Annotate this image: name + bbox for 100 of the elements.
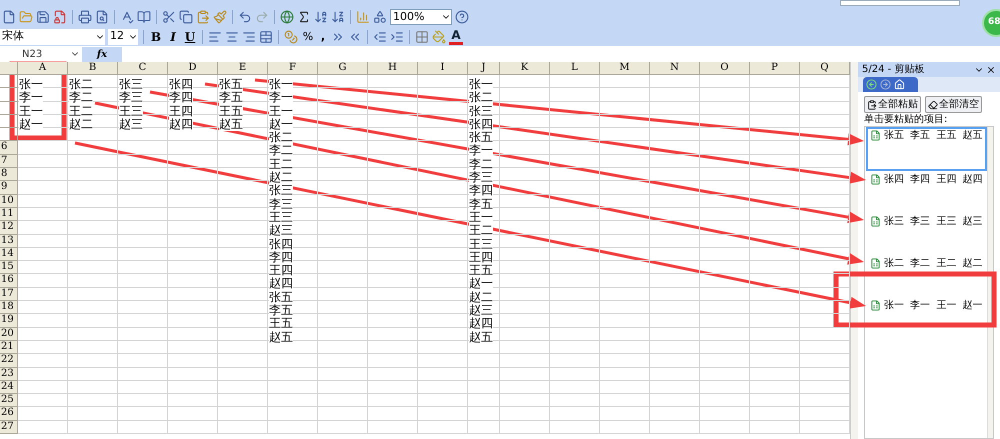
table-cell: 李一	[469, 143, 493, 158]
table-cell: 李一	[19, 90, 43, 104]
row-header[interactable]: 11	[0, 208, 18, 222]
table-cell: 赵三	[119, 116, 143, 131]
column-header[interactable]: E	[218, 62, 268, 75]
column-header[interactable]: C	[118, 62, 168, 75]
font-size-select[interactable]: 12	[108, 28, 138, 44]
table-cell: 李二	[69, 90, 93, 104]
comma-button[interactable]: ,	[318, 30, 328, 44]
column-header[interactable]: A	[18, 62, 68, 75]
clipboard-item[interactable]: 张五 李五 王五 赵五	[866, 127, 987, 171]
table-cell: 张二	[69, 77, 93, 91]
row-header[interactable]: 7	[0, 154, 18, 168]
row-header[interactable]: 27	[0, 420, 18, 434]
clipboard-item[interactable]: 张四 李四 王四 赵四	[866, 171, 987, 213]
percent-button[interactable]: %	[301, 30, 315, 44]
row-header[interactable]: 26	[0, 407, 18, 421]
table-cell: 赵四	[469, 316, 493, 330]
row-header[interactable]: 6	[0, 141, 18, 155]
zoom-select[interactable]: 100%	[390, 9, 452, 25]
table-cell: 赵一	[19, 116, 43, 131]
column-header[interactable]: F	[268, 62, 318, 75]
row-header[interactable]: 8	[0, 168, 18, 182]
table-cell: 赵四	[169, 116, 193, 131]
table-cell: 王二	[469, 223, 493, 238]
column-header[interactable]: J	[468, 62, 500, 75]
row-header[interactable]: 24	[0, 380, 18, 394]
column-header[interactable]: Q	[800, 62, 850, 75]
row-header[interactable]: 14	[0, 248, 18, 262]
table-cell: 张一	[269, 77, 293, 91]
column-header[interactable]: G	[318, 62, 368, 75]
table-cell: 赵三	[269, 223, 293, 238]
table-cell: 李四	[169, 90, 193, 104]
row-header[interactable]: 9	[0, 181, 18, 195]
underline-button[interactable]: U	[183, 30, 197, 44]
table-cell: 张四	[269, 236, 293, 251]
row-header[interactable]: 12	[0, 221, 18, 235]
row-header[interactable]: 19	[0, 314, 18, 328]
row-header[interactable]: 13	[0, 234, 18, 248]
table-cell: 李四	[469, 183, 493, 198]
table-cell: 张二	[469, 90, 493, 104]
table-cell: 李二	[469, 156, 493, 171]
column-header[interactable]: L	[550, 62, 600, 75]
table-cell: 李三	[469, 170, 493, 184]
column-header[interactable]: N	[650, 62, 700, 75]
column-header[interactable]: P	[750, 62, 800, 75]
bold-button[interactable]: B	[149, 30, 163, 44]
table-cell: 王一	[269, 104, 293, 118]
table-cell: 张二	[269, 130, 293, 144]
table-cell: 王三	[469, 236, 493, 251]
table-cell: 赵四	[269, 276, 293, 290]
column-header[interactable]: B	[68, 62, 118, 75]
row-header[interactable]: 25	[0, 394, 18, 408]
clipboard-item[interactable]: 张三 李三 王三 赵三	[866, 213, 987, 255]
table-cell: 张五	[469, 130, 493, 144]
row-header[interactable]: 16	[0, 274, 18, 288]
status-badge: 68	[982, 9, 1000, 37]
row-header[interactable]: 17	[0, 288, 18, 302]
table-cell: 王四	[269, 263, 293, 278]
table-cell: 王一	[469, 210, 493, 224]
font-select[interactable]: 宋体	[0, 28, 105, 44]
clear-all-button[interactable]: 全部清空	[925, 96, 982, 113]
table-cell: 李四	[269, 250, 293, 264]
row-header[interactable]: 23	[0, 368, 18, 381]
table-cell: 王一	[19, 104, 43, 118]
table-cell: 李三	[119, 90, 143, 104]
table-cell: 张五	[269, 290, 293, 304]
table-cell: 李五	[269, 303, 293, 318]
table-cell: 赵五	[469, 330, 493, 344]
clipboard-item[interactable]: 张二 李二 王二 赵二	[866, 255, 987, 297]
column-header[interactable]: K	[500, 62, 550, 75]
table-cell: 张一	[469, 77, 493, 91]
row-header[interactable]: 20	[0, 328, 18, 341]
column-header[interactable]: D	[168, 62, 218, 75]
column-header[interactable]: M	[600, 62, 650, 75]
table-cell: 王四	[169, 104, 193, 118]
row-header[interactable]: 10	[0, 194, 18, 208]
instruction-text: 单击要粘贴的项目:	[864, 114, 948, 126]
table-cell: 张五	[219, 77, 243, 91]
table-cell: 李五	[469, 196, 493, 211]
row-header[interactable]: 22	[0, 354, 18, 368]
row-header[interactable]: 15	[0, 261, 18, 274]
function-label: fx	[82, 46, 122, 62]
pane-title: 5/24 - 剪贴板	[862, 64, 924, 76]
table-cell: 赵三	[469, 303, 493, 318]
table-cell: 张三	[119, 77, 143, 91]
table-cell: 李一	[269, 90, 293, 104]
table-cell: 王五	[219, 104, 243, 118]
table-cell: 王二	[269, 156, 293, 171]
table-cell: 赵五	[219, 116, 243, 131]
row-header[interactable]: 21	[0, 340, 18, 354]
paste-all-button[interactable]: 全部粘贴	[864, 96, 921, 113]
column-header[interactable]: I	[418, 62, 468, 75]
table-cell: 赵二	[69, 116, 93, 131]
clipboard-item[interactable]: 张一 李一 王一 赵一	[866, 297, 987, 339]
table-cell: 赵二	[269, 170, 293, 184]
italic-button[interactable]: I	[166, 30, 180, 44]
column-header[interactable]: O	[700, 62, 750, 75]
column-header[interactable]: H	[368, 62, 418, 75]
row-header[interactable]: 18	[0, 301, 18, 314]
